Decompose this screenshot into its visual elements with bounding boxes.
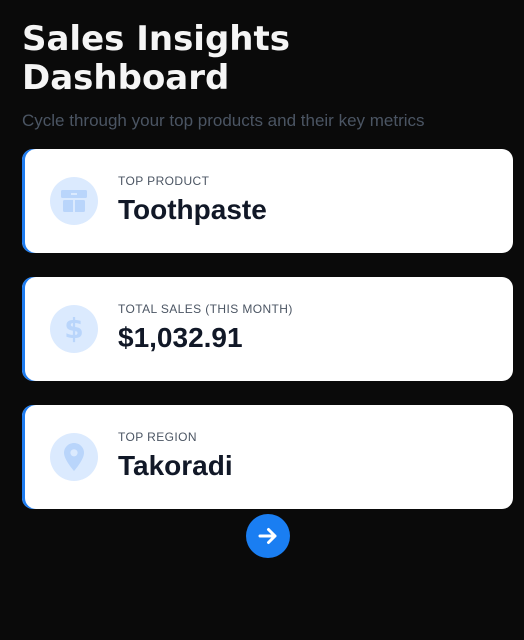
metric-value: Takoradi	[118, 450, 233, 481]
metric-card-top-region: TOP REGION Takoradi	[22, 405, 513, 509]
metric-label: TOTAL SALES (THIS MONTH)	[118, 302, 293, 316]
metric-label: TOP REGION	[118, 430, 197, 444]
dollar-icon: $	[50, 305, 98, 353]
dashboard: Sales Insights Dashboard Cycle through y…	[22, 0, 513, 509]
metric-card-top-product: TOP PRODUCT Toothpaste	[22, 149, 513, 253]
page-title: Sales Insights Dashboard	[22, 19, 290, 98]
metric-value: $1,032.91	[118, 322, 243, 353]
svg-text:$: $	[64, 314, 83, 344]
page-subtitle: Cycle through your top products and thei…	[22, 111, 425, 130]
arrow-right-icon	[258, 528, 277, 544]
box-icon	[50, 177, 98, 225]
metric-label: TOP PRODUCT	[118, 174, 210, 188]
metric-card-total-sales: $ TOTAL SALES (THIS MONTH) $1,032.91	[22, 277, 513, 381]
location-pin-icon	[50, 433, 98, 481]
next-button[interactable]	[246, 514, 290, 558]
metric-value: Toothpaste	[118, 194, 267, 225]
